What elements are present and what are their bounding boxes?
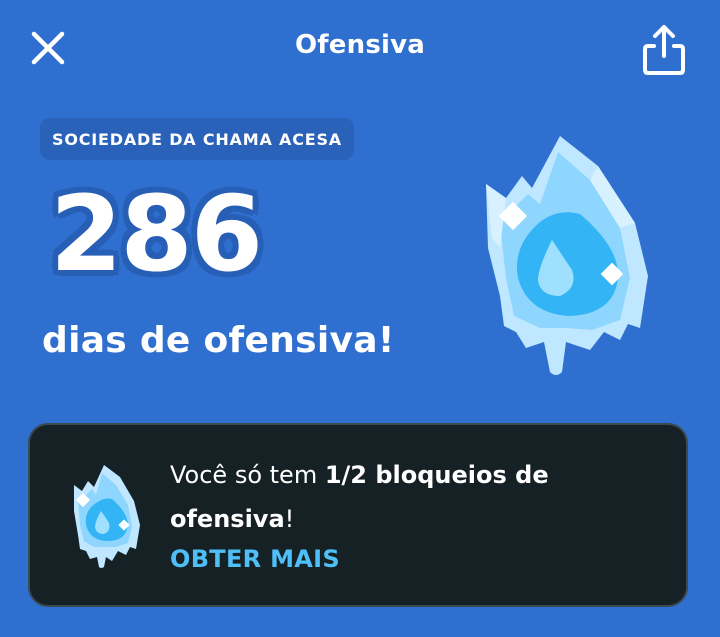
streak-freeze-card: Você só tem 1/2 bloqueios de ofensiva! O…: [28, 423, 688, 607]
get-more-button[interactable]: OBTER MAIS: [170, 545, 340, 573]
society-badge: SOCIEDADE DA CHAMA ACESA: [40, 118, 354, 160]
page-title: Ofensiva: [294, 30, 426, 60]
frozen-flame-icon: [486, 136, 648, 375]
top-bar: Ofensiva: [0, 0, 720, 96]
freeze-message-suffix: !: [284, 505, 295, 533]
streak-count: 286: [50, 173, 263, 295]
freeze-message-prefix: Você só tem: [170, 461, 325, 489]
streak-freeze-icon: [74, 465, 140, 568]
freeze-message: Você só tem 1/2 bloqueios de ofensiva!: [170, 453, 590, 541]
share-icon[interactable]: [638, 22, 690, 78]
streak-label: dias de ofensiva!: [42, 320, 395, 361]
